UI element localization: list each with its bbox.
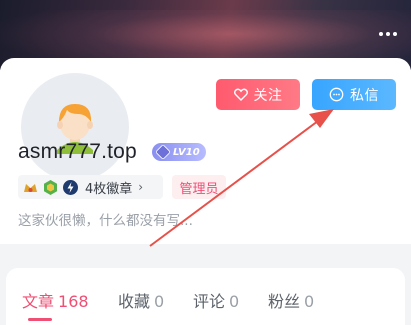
tab-followers[interactable]: 粉丝 0 <box>268 288 314 312</box>
follow-label: 关注 <box>253 87 283 104</box>
level-text: LV10 <box>173 146 200 158</box>
message-button[interactable]: 私信 <box>312 79 396 110</box>
level-badge: LV10 <box>152 143 206 161</box>
tab-comments[interactable]: 评论 0 <box>193 288 239 312</box>
level-gem-icon <box>155 144 171 160</box>
heart-icon <box>233 88 248 101</box>
username: asmr777.top <box>18 140 137 163</box>
bio-text: 这家伙很懒，什么都没有写... <box>18 213 193 229</box>
lightning-badge-icon <box>62 179 79 196</box>
active-tab-indicator <box>28 318 52 321</box>
message-label: 私信 <box>350 87 379 104</box>
chevron-right-icon: › <box>138 180 144 194</box>
chat-bubble-icon <box>329 87 344 102</box>
role-tag: 管理员 <box>172 175 226 199</box>
profile-page: 关注 私信 asmr777.top LV10 4枚徽章 › 管理员 这家伙很懒，… <box>0 0 411 325</box>
badges-count-label: 4枚徽章 <box>85 181 133 197</box>
hexagon-badge-icon <box>42 179 59 196</box>
tab-bar: 文章 168 收藏 0 评论 0 粉丝 0 <box>6 268 405 325</box>
crown-badge-icon <box>22 179 39 196</box>
badges-button[interactable]: 4枚徽章 › <box>18 175 163 199</box>
more-dots-icon[interactable] <box>379 32 397 36</box>
tab-articles[interactable]: 文章 168 <box>22 288 89 312</box>
avatar[interactable] <box>18 70 132 184</box>
tab-favorites[interactable]: 收藏 0 <box>118 288 164 312</box>
follow-button[interactable]: 关注 <box>216 79 300 110</box>
